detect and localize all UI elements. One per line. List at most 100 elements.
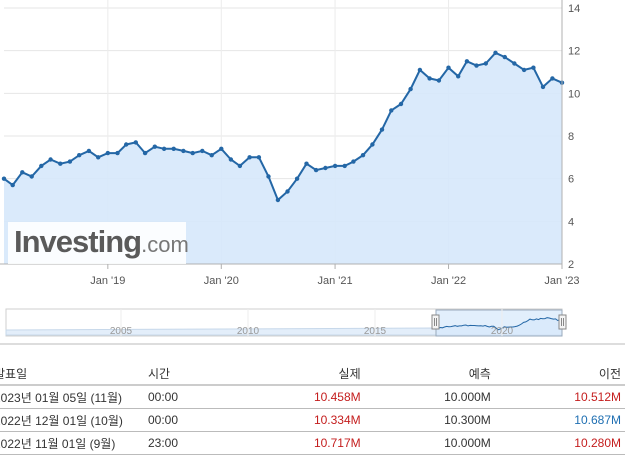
data-point[interactable]	[531, 65, 536, 70]
logo-suffix: .com	[141, 232, 189, 257]
y-tick-label: 8	[568, 131, 574, 143]
data-point[interactable]	[351, 159, 356, 164]
row-actual: 10.334M	[234, 408, 365, 432]
row-time: 23:00	[144, 431, 235, 455]
data-point[interactable]	[360, 153, 366, 158]
data-point[interactable]	[20, 170, 25, 175]
data-point[interactable]	[86, 148, 92, 154]
y-tick-label: 12	[568, 46, 580, 58]
data-point[interactable]	[483, 61, 488, 66]
navigator-tick-label: 2015	[364, 326, 387, 337]
data-point[interactable]	[304, 161, 309, 166]
data-point[interactable]	[521, 67, 527, 73]
data-point[interactable]	[342, 163, 347, 169]
data-point[interactable]	[446, 65, 451, 70]
y-tick-label: 2	[568, 259, 574, 271]
data-point[interactable]	[200, 148, 205, 154]
data-point[interactable]	[77, 153, 82, 158]
data-point[interactable]	[256, 155, 262, 160]
table-header-row: 발표일 시간 실제 예측 이전	[0, 362, 625, 386]
data-point[interactable]	[105, 150, 111, 156]
investing-logo: Investing.com	[8, 222, 189, 264]
x-tick-label: Jan '23	[544, 275, 579, 287]
data-point[interactable]	[133, 140, 138, 145]
release-table: 발표일 시간 실제 예측 이전 2023년 01월 05일 (11월) 00:0…	[0, 362, 625, 455]
data-point[interactable]	[464, 59, 470, 64]
data-point[interactable]	[294, 176, 300, 181]
data-point[interactable]	[190, 150, 195, 156]
row-date: 2022년 12월 01일 (10월)	[0, 408, 144, 432]
header-time[interactable]: 시간	[144, 362, 235, 386]
header-actual[interactable]: 실제	[234, 362, 365, 386]
y-tick-label: 4	[568, 216, 574, 228]
y-axis: 2 4 6 8 10 12 14	[561, 0, 580, 271]
header-forecast[interactable]: 예측	[364, 362, 495, 386]
data-point[interactable]	[456, 74, 461, 79]
table-row: 2022년 12월 01일 (10월) 00:00 10.334M 10.300…	[0, 408, 625, 432]
data-point[interactable]	[142, 150, 148, 156]
data-point[interactable]	[152, 144, 157, 149]
row-previous: 10.687M	[494, 408, 625, 432]
data-point[interactable]	[161, 146, 167, 151]
row-previous: 10.280M	[494, 431, 625, 455]
navigator-tick-label: 2010	[237, 326, 260, 337]
data-point[interactable]	[48, 157, 53, 162]
data-point[interactable]	[550, 76, 555, 81]
row-actual: 10.458M	[234, 385, 365, 409]
data-point[interactable]	[332, 163, 338, 169]
header-previous[interactable]: 이전	[494, 362, 625, 386]
y-tick-label: 10	[568, 88, 580, 100]
data-point[interactable]	[1, 176, 7, 181]
x-tick-label: Jan '20	[204, 275, 239, 287]
row-date: 2023년 01월 05일 (11월)	[0, 385, 144, 409]
data-point[interactable]	[275, 197, 281, 203]
data-point[interactable]	[266, 174, 271, 179]
data-point[interactable]	[389, 108, 394, 113]
data-point[interactable]	[171, 146, 176, 151]
data-point[interactable]	[124, 142, 129, 147]
data-point[interactable]	[247, 155, 252, 160]
data-point[interactable]	[29, 174, 34, 179]
data-point[interactable]	[96, 155, 101, 160]
data-point[interactable]	[474, 63, 479, 68]
data-point[interactable]	[10, 182, 15, 188]
data-point[interactable]	[285, 189, 290, 194]
x-tick-label: Jan '21	[317, 275, 352, 287]
row-forecast: 10.300M	[364, 408, 495, 432]
data-point[interactable]	[493, 50, 498, 55]
data-point[interactable]	[228, 157, 234, 162]
data-point[interactable]	[502, 54, 507, 60]
data-point[interactable]	[67, 159, 73, 164]
logo-text: Investing	[14, 224, 142, 259]
data-point[interactable]	[398, 101, 404, 107]
navigator-tick-label: 2020	[491, 326, 514, 337]
data-point[interactable]	[313, 167, 319, 173]
data-point[interactable]	[540, 84, 546, 90]
row-actual: 10.717M	[234, 431, 365, 455]
data-point[interactable]	[58, 161, 63, 166]
data-point[interactable]	[370, 142, 375, 147]
data-point[interactable]	[181, 148, 186, 154]
row-forecast: 10.000M	[364, 431, 495, 455]
row-forecast: 10.000M	[364, 385, 495, 409]
y-tick-label: 6	[568, 174, 574, 186]
data-point[interactable]	[427, 76, 432, 81]
navigator-handle-right[interactable]	[558, 314, 567, 330]
data-point[interactable]	[379, 127, 385, 132]
header-date[interactable]: 발표일	[0, 362, 144, 386]
data-point[interactable]	[39, 163, 44, 169]
data-point[interactable]	[115, 150, 120, 156]
navigator[interactable]: 2005 2010 2015 2020	[0, 306, 625, 346]
data-point[interactable]	[209, 153, 214, 158]
data-point[interactable]	[436, 78, 442, 83]
data-point[interactable]	[512, 61, 517, 66]
table-row: 2022년 11월 01일 (9월) 23:00 10.717M 10.000M…	[0, 431, 625, 455]
navigator-handle-left[interactable]	[431, 314, 440, 330]
data-point[interactable]	[408, 86, 413, 92]
table-row: 2023년 01월 05일 (11월) 00:00 10.458M 10.000…	[0, 385, 625, 409]
data-point[interactable]	[237, 163, 243, 169]
x-tick-label: Jan '19	[90, 275, 125, 287]
data-point[interactable]	[219, 146, 224, 151]
data-point[interactable]	[417, 67, 423, 73]
data-point[interactable]	[323, 165, 328, 171]
